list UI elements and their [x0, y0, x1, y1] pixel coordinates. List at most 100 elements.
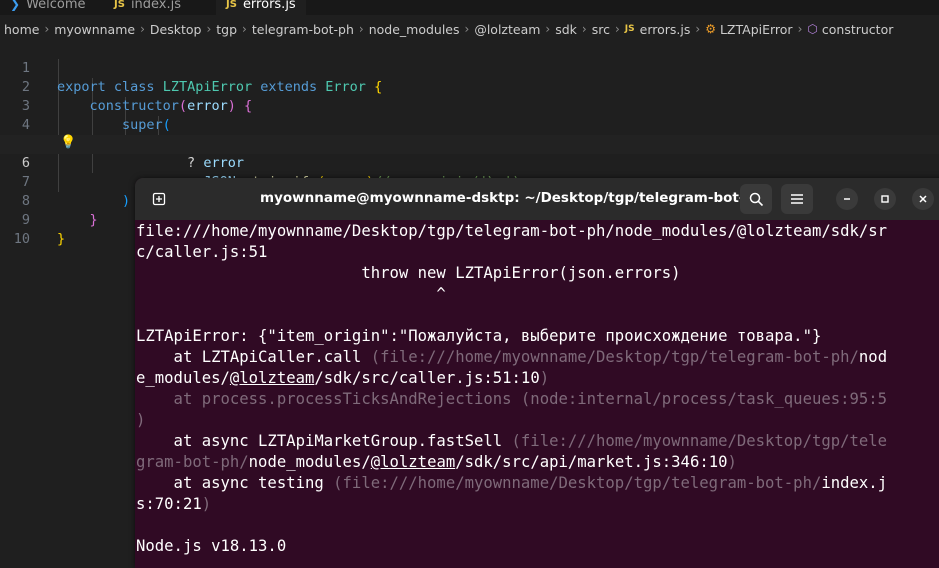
- new-tab-icon: [152, 192, 166, 206]
- close-button[interactable]: [912, 188, 934, 210]
- code-line: 4 typeof error === 'string': [0, 97, 939, 152]
- breadcrumb-file-label: errors.js: [639, 21, 691, 37]
- trace-path: ): [201, 495, 212, 513]
- hamburger-menu-icon: [791, 194, 803, 204]
- menu-button[interactable]: [781, 184, 813, 214]
- line-number: 10: [13, 231, 30, 247]
- terminal-title: myownname@myownname-dsktp: ~/Desktop/tgp…: [260, 190, 764, 206]
- code-line: 1 export class LZTApiError extends Error…: [0, 40, 939, 95]
- chevron-right-icon: ›: [242, 22, 247, 36]
- trace-path: (file:///home/myownname/Desktop/tgp/tele: [511, 432, 888, 450]
- breadcrumb-tgp[interactable]: tgp: [216, 22, 237, 37]
- breadcrumb-desktop[interactable]: Desktop: [150, 22, 202, 37]
- chevron-right-icon: ›: [358, 22, 364, 36]
- tab-errors-js[interactable]: JS errors.js: [216, 0, 306, 15]
- terminal-titlebar: myownname@myownname-dsktp: ~/Desktop/tgp…: [135, 178, 939, 220]
- terminal-window[interactable]: myownname@myownname-dsktp: ~/Desktop/tgp…: [135, 178, 939, 568]
- editor-tab-strip: ❯ Welcome JS index.js JS errors.js: [0, 0, 939, 15]
- search-icon: [749, 192, 763, 206]
- code-line-current: 6 : JSON.stringify(error)//error.join('\…: [0, 135, 939, 190]
- chevron-right-icon: ›: [464, 22, 470, 36]
- code-text: }: [57, 231, 66, 247]
- terminal-line: c/caller.js:51: [136, 243, 268, 261]
- terminal-line: ^: [136, 285, 446, 303]
- trace-path: ): [727, 453, 737, 471]
- trace-text: index.j: [821, 474, 888, 492]
- trace-text: at async testing: [136, 474, 334, 492]
- trace-text: e_modules/: [136, 369, 230, 387]
- trace-text: /sdk/src/api/market.js:346:10: [455, 453, 728, 471]
- breadcrumb-lolzteam[interactable]: @lolzteam: [474, 22, 540, 37]
- trace-text: s:70:21: [136, 495, 202, 513]
- terminal-line: LZTApiError: {"item_origin":"Пожалуйста,…: [136, 327, 822, 345]
- chevron-right-icon: ›: [581, 22, 587, 36]
- lightbulb-icon[interactable]: 💡: [60, 135, 76, 150]
- trace-text: at async LZTApiMarketGroup.fastSell: [136, 432, 512, 450]
- terminal-line: ): [136, 411, 146, 429]
- terminal-line: e_modules/@lolzteam/sdk/src/caller.js:51…: [136, 368, 939, 389]
- terminal-output[interactable]: file:///home/myownname/Desktop/tgp/teleg…: [136, 221, 939, 557]
- code-line: 2 constructor(error) {: [0, 59, 939, 114]
- breadcrumb-member-label: constructor: [821, 21, 894, 37]
- terminal-line: s:70:21): [136, 494, 939, 515]
- terminal-line: Node.js v18.13.0: [136, 537, 287, 555]
- terminal-line: at LZTApiCaller.call (file:///home/myown…: [136, 347, 939, 368]
- chevron-right-icon: ›: [545, 22, 551, 36]
- minimize-icon: [844, 198, 850, 200]
- chevron-right-icon: ›: [797, 22, 803, 36]
- code-line: 3 super(: [0, 78, 939, 133]
- breadcrumb-class-label: LZTApiError: [719, 21, 793, 37]
- tab-label: errors.js: [242, 0, 296, 12]
- breadcrumb-src[interactable]: src: [592, 22, 610, 37]
- tab-welcome[interactable]: ❯ Welcome: [0, 0, 96, 14]
- trace-path: (file:///home/myownname/Desktop/tgp/tele…: [370, 348, 859, 366]
- trace-text: node_modules/: [248, 453, 371, 471]
- tab-label: index.js: [130, 0, 182, 12]
- maximize-button[interactable]: [874, 188, 896, 210]
- code-line: 5 ? error: [0, 116, 939, 171]
- trace-path: gram-bot-ph/: [136, 453, 249, 471]
- breadcrumb-class[interactable]: ⚙ LZTApiError: [705, 22, 792, 37]
- trace-text: /sdk/src/caller.js:51:10: [314, 369, 540, 387]
- terminal-line: gram-bot-ph/node_modules/@lolzteam/sdk/s…: [136, 452, 939, 473]
- tab-label: Welcome: [26, 0, 86, 12]
- terminal-line: at async testing (file:///home/myownname…: [136, 473, 939, 494]
- breadcrumb: home › myownname › Desktop › tgp › teleg…: [0, 18, 939, 40]
- terminal-line: at process.processTicksAndRejections (no…: [136, 390, 888, 408]
- terminal-line: file:///home/myownname/Desktop/tgp/teleg…: [136, 222, 888, 240]
- chevron-right-icon: ›: [614, 22, 620, 36]
- search-button[interactable]: [740, 184, 772, 214]
- terminal-line: throw new LZTApiError(json.errors): [136, 264, 681, 282]
- js-icon: JS: [114, 0, 125, 10]
- close-icon: [919, 195, 927, 203]
- maximize-icon: [881, 195, 889, 203]
- method-symbol-icon: ⬡: [807, 22, 818, 36]
- code-line: 7 ): [0, 154, 939, 209]
- chevron-right-icon: ›: [140, 22, 145, 36]
- minimize-button[interactable]: [836, 188, 858, 210]
- breadcrumb-telegram-bot-ph[interactable]: telegram-bot-ph: [252, 22, 354, 37]
- trace-text: nod: [858, 348, 888, 366]
- trace-text: at LZTApiCaller.call: [136, 348, 371, 366]
- trace-link[interactable]: @lolzteam: [230, 369, 315, 387]
- tab-index-js[interactable]: JS index.js: [104, 0, 191, 14]
- breadcrumb-node-modules[interactable]: node_modules: [369, 22, 460, 37]
- breadcrumb-file[interactable]: JS errors.js: [625, 22, 691, 37]
- js-icon: JS: [624, 24, 635, 34]
- js-icon: JS: [226, 0, 237, 10]
- breadcrumb-home[interactable]: home: [4, 22, 39, 37]
- chevron-right-icon: ›: [44, 22, 50, 36]
- new-tab-button[interactable]: [145, 186, 173, 212]
- trace-path: (file:///home/myownname/Desktop/tgp/tele…: [333, 474, 822, 492]
- trace-path: ): [539, 369, 550, 387]
- chevron-right-icon: ›: [695, 22, 701, 36]
- breadcrumb-member[interactable]: ⬡ constructor: [807, 22, 893, 37]
- breadcrumb-myownname[interactable]: myownname: [54, 22, 135, 37]
- class-symbol-icon: ⚙: [705, 22, 716, 36]
- breadcrumb-sdk[interactable]: sdk: [555, 22, 577, 37]
- trace-link[interactable]: @lolzteam: [371, 453, 456, 471]
- vscode-icon: ❯: [10, 0, 21, 11]
- terminal-line: at async LZTApiMarketGroup.fastSell (fil…: [136, 431, 939, 452]
